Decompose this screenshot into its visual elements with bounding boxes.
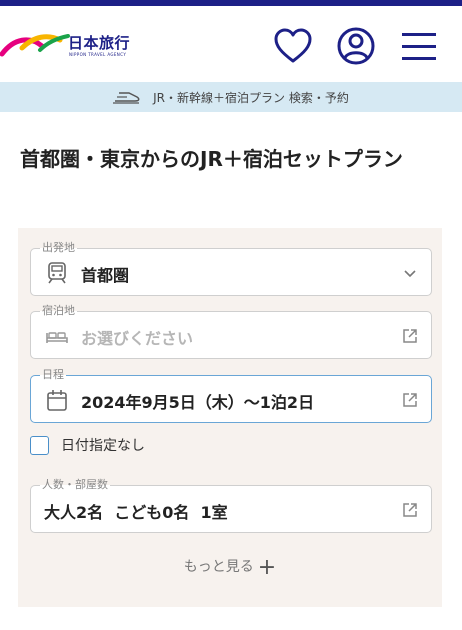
site-header: 日本旅行 NIPPON TRAVEL AGENCY <box>0 6 462 82</box>
calendar-icon <box>47 390 67 411</box>
menu-button[interactable] <box>397 24 441 68</box>
hamburger-menu-icon <box>402 33 436 60</box>
date-field[interactable]: 日程 2024年9月5日（木）～1泊2日 <box>30 367 432 423</box>
people-label: 人数・部屋数 <box>40 477 110 493</box>
stay-placeholder: お選びください <box>81 329 194 348</box>
logo-text: 日本旅行 <box>68 34 131 52</box>
departure-label: 出発地 <box>40 240 77 256</box>
departure-value: 首都圏 <box>81 266 130 285</box>
account-button[interactable] <box>334 24 378 68</box>
stay-location-field[interactable]: 宿泊地 お選びください <box>30 303 432 359</box>
no-date-label: 日付指定なし <box>61 438 145 454</box>
user-icon <box>337 27 375 65</box>
show-more-button[interactable]: もっと見る + <box>18 555 442 580</box>
no-date-checkbox-row[interactable]: 日付指定なし <box>30 433 145 457</box>
shinkansen-icon <box>113 92 140 104</box>
date-label: 日程 <box>40 367 66 383</box>
people-rooms-field[interactable]: 人数・部屋数 大人2名 こども0名 1室 <box>30 477 432 533</box>
subbar-text: JR・新幹線＋宿泊プラン 検索・予約 <box>153 90 349 105</box>
no-date-checkbox[interactable] <box>30 435 49 455</box>
search-form-panel: 出発地 首都圏 宿泊地 お選びください 日程 2024年9月5日（木）～1泊2日… <box>18 228 442 607</box>
site-logo[interactable]: 日本旅行 NIPPON TRAVEL AGENCY <box>0 26 140 66</box>
plus-icon: + <box>257 555 277 580</box>
logo-swoosh-icon <box>0 34 70 57</box>
external-link-icon <box>403 329 417 343</box>
show-more-label: もっと見る <box>183 559 254 575</box>
favorites-button[interactable] <box>271 24 315 68</box>
heart-icon <box>274 28 312 63</box>
people-value: 大人2名 こども0名 1室 <box>44 503 228 522</box>
stay-label: 宿泊地 <box>40 303 77 319</box>
service-subbar: JR・新幹線＋宿泊プラン 検索・予約 <box>0 82 462 112</box>
date-value: 2024年9月5日（木）～1泊2日 <box>81 393 315 412</box>
bed-icon <box>46 332 68 343</box>
logo-subtext: NIPPON TRAVEL AGENCY <box>69 52 127 57</box>
external-link-icon <box>403 503 417 517</box>
departure-select[interactable]: 出発地 首都圏 <box>30 240 432 296</box>
page-title: 首都圏・東京からのJR＋宿泊セットプラン <box>20 147 403 171</box>
external-link-icon <box>403 393 417 407</box>
train-icon <box>48 262 66 284</box>
chevron-down-icon <box>404 270 416 278</box>
